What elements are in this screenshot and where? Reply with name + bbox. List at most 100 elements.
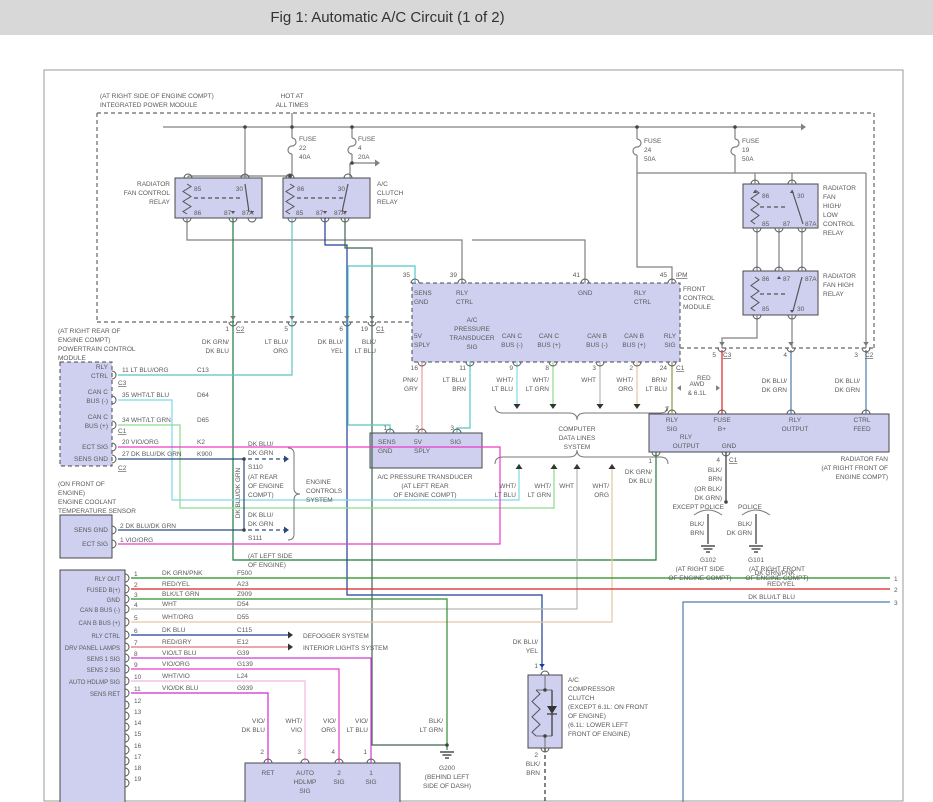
- w-dk-blu-dk-grn-a: DK BLU/DK GRN: [762, 378, 788, 394]
- pin-bump: [125, 665, 129, 673]
- pin-bump: [125, 595, 129, 603]
- comp-pin-2: 2: [534, 752, 538, 759]
- computer-data-lines: COMPUTERDATA LINESSYSTEM: [558, 426, 596, 451]
- splice-s110-loc: (AT REAROF ENGINECOMPT): [248, 474, 284, 499]
- offpage-dk-grn-pnk: DK GRN/PNK: [755, 570, 796, 577]
- mp4: 4: [134, 602, 138, 609]
- sens-gnd-dkblu: [118, 459, 244, 530]
- mc2: RED/YEL: [162, 581, 190, 588]
- arrow-icon: [597, 404, 604, 409]
- mk7: E12: [237, 639, 249, 646]
- g102-loc: (AT RIGHT SIDEOF ENGINE COMPT): [668, 566, 731, 582]
- mp18: 18: [134, 765, 142, 772]
- mp5: 5: [134, 615, 138, 622]
- arrow-icon: [284, 527, 289, 534]
- junction-dot: [733, 125, 737, 129]
- mk6: C115: [237, 627, 252, 634]
- pin-bump: [541, 671, 549, 675]
- ipm-note: (AT RIGHT SIDE OF ENGINE COMPT)INTEGRATE…: [100, 93, 214, 109]
- g102: G102: [700, 557, 716, 564]
- fuse24-to-fcm45: [637, 155, 672, 283]
- fuse-symbol: [633, 139, 641, 155]
- relayD-87: 87: [783, 276, 791, 283]
- fcm-c1: C1: [676, 365, 685, 372]
- relayC-85: 85: [762, 221, 770, 228]
- mc8: VIO/LT BLU: [162, 650, 197, 657]
- pin-bump: [112, 396, 116, 404]
- ipm-pin-5: 5: [284, 326, 288, 333]
- w-wht-lt-blu-2: WHT/LT BLU: [495, 483, 517, 499]
- splice-s111-loc: (AT LEFT SIDEOF ENGINE): [248, 553, 293, 569]
- pcm-c2: C2: [118, 465, 127, 472]
- offpage-2: 2: [894, 587, 898, 594]
- relayB-85: 85: [296, 210, 304, 217]
- arrow-icon: [230, 316, 236, 320]
- w-lt-blu-brn: LT BLU/BRN: [443, 377, 467, 393]
- mk8: G39: [237, 650, 250, 657]
- w-wht-1: WHT: [581, 377, 596, 384]
- pin-bump: [125, 746, 129, 754]
- ipm-c1: C1: [376, 326, 385, 333]
- fan-pin-4c1: 4: [716, 457, 720, 464]
- junction-dot: [288, 174, 292, 178]
- relayC-86: 86: [762, 193, 770, 200]
- relayB-86: 86: [297, 186, 305, 193]
- relayC-87: 87: [783, 221, 791, 228]
- fuse-symbol: [731, 139, 739, 155]
- relayD-label: RADIATORFAN HIGHRELAY: [823, 273, 856, 298]
- module-canb-minus: CAN B BUS (-): [80, 608, 120, 614]
- relayB-30: 30: [338, 186, 346, 193]
- relayA-87: 87: [224, 210, 232, 217]
- mk11: G939: [237, 685, 253, 692]
- fcm-ipm: IPM: [676, 272, 688, 279]
- pcm-sens-gnd: SENS GND: [74, 456, 108, 463]
- mc6: DK BLU: [162, 627, 186, 634]
- mk2: A23: [237, 581, 249, 588]
- splice-s111: S111: [248, 535, 263, 542]
- relayA-85: 85: [194, 186, 202, 193]
- fcm-pin-24: 24: [660, 365, 668, 372]
- offpage-dk-blu-lt-blu: DK BLU/LT BLU: [748, 594, 795, 601]
- bb-pin-4: 4: [331, 749, 335, 756]
- mk10: L24: [237, 673, 248, 680]
- mk9: G139: [237, 661, 253, 668]
- arrow-icon: [514, 404, 521, 409]
- ect-ect-sig: ECT SIG: [82, 541, 108, 548]
- arrow-icon: [284, 456, 289, 463]
- pin-bump: [125, 757, 129, 765]
- mc9: VIO/ORG: [162, 661, 190, 668]
- transducer-pin-3: 3: [450, 425, 454, 432]
- junction-dot: [242, 528, 246, 532]
- cdl-brace-top: [495, 406, 668, 420]
- ect-pin-1: 1 VIO/ORG: [120, 537, 153, 544]
- w-dk-blu-yel-1: DK BLU/YEL: [318, 339, 344, 355]
- ect-sens-gnd: SENS GND: [74, 527, 108, 534]
- mc7: RED/GRY: [162, 639, 192, 646]
- mp19: 19: [134, 776, 142, 783]
- pcm-code-c13: C13: [197, 367, 209, 374]
- fcm-pin-8: 8: [545, 365, 549, 372]
- w-dk-grn-dk-blu-1: DK GRN/DK BLU: [202, 339, 229, 355]
- wiring-diagram-page: Fig 1: Automatic A/C Circuit (1 of 2) (A…: [0, 0, 933, 802]
- mp9: 9: [134, 662, 138, 669]
- relayA-30: 30: [236, 186, 244, 193]
- pin-bump: [125, 643, 129, 651]
- relayC-label: RADIATORFANHIGH/LOWCONTROLRELAY: [823, 185, 856, 237]
- transducer-sig: SIG: [450, 439, 461, 446]
- mp11: 11: [134, 686, 141, 693]
- fan-pin-1-top: 1: [664, 406, 668, 413]
- awd-note: AWD& 6.1L: [688, 381, 707, 397]
- pin-bump: [125, 585, 129, 593]
- pin-bump: [125, 654, 129, 662]
- w-wht-2: WHT: [559, 483, 574, 490]
- mp16: 16: [134, 743, 142, 750]
- mp3: 3: [134, 592, 138, 599]
- page-title: Fig 1: Automatic A/C Circuit (1 of 2): [0, 0, 775, 35]
- pcm-code-k900: K900: [197, 451, 213, 458]
- title-bar: Fig 1: Automatic A/C Circuit (1 of 2): [0, 0, 933, 35]
- w-dk-blu-dk-grn-b: DK BLU/DK GRN: [835, 378, 861, 394]
- relayD-87a: 87A: [805, 276, 817, 283]
- fuse-24: FUSE2450A: [644, 138, 662, 163]
- splice-color-1: DK BLU/DK GRN: [248, 441, 274, 457]
- fcm-pin-9: 9: [509, 365, 513, 372]
